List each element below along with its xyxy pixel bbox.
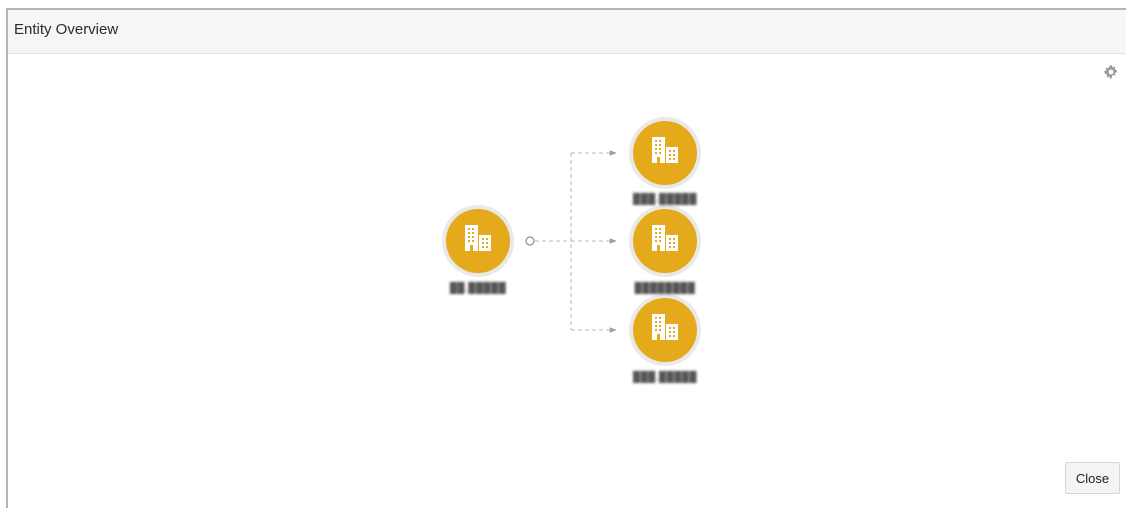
node-label-root: ██.█████ — [449, 283, 507, 294]
node-label-child-2: ████████ — [634, 283, 696, 294]
edge-origin-handle[interactable] — [525, 236, 535, 246]
close-button[interactable]: Close — [1065, 462, 1120, 494]
entity-node-child-3[interactable] — [629, 294, 701, 366]
entity-relationship-graph — [442, 117, 701, 366]
entity-node-child-1[interactable] — [629, 117, 701, 189]
entity-node-child-2[interactable] — [629, 205, 701, 277]
node-label-child-1: ███.█████ — [633, 194, 697, 205]
node-label-child-3: ███.█████ — [633, 372, 697, 383]
graph-edges — [535, 150, 617, 333]
entity-node-root[interactable] — [442, 205, 514, 277]
